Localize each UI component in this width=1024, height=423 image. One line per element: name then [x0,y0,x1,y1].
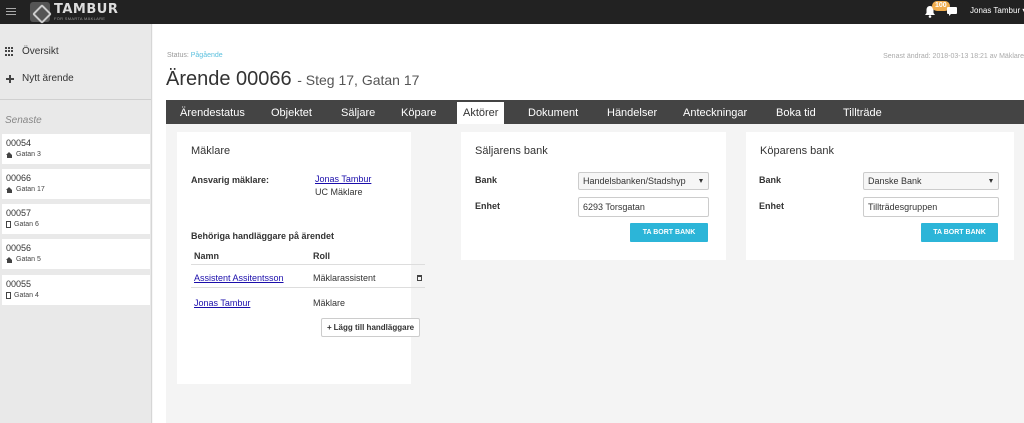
recent-case[interactable]: 00055 Gatan 4 [2,275,150,305]
case-number: 00054 [6,138,32,148]
buyer-bank-title: Köparens bank [760,145,834,157]
recent-case[interactable]: 00066 Gatan 17 [2,169,150,199]
buyer-bank-label: Bank [759,175,782,185]
tab-saljare[interactable]: Säljare [341,100,375,124]
handler-name-link[interactable]: Jonas Tambur [194,298,250,308]
handler-role: Mäklare [313,298,346,308]
makler-panel: Mäklare Ansvarig mäklare: Jonas Tambur U… [177,132,425,384]
sidebar-divider [0,99,151,100]
building-icon [6,221,11,228]
logo-name: TAMBUR [54,2,119,17]
home-icon [6,151,13,158]
tab-content: Mäklare Ansvarig mäklare: Jonas Tambur U… [166,124,1024,423]
status-label: Status: [167,52,189,59]
recent-case[interactable]: 00057 Gatan 6 [2,204,150,234]
tab-aktorer[interactable]: Aktörer [457,100,505,124]
tab-tilltrade[interactable]: Tillträde [843,100,882,124]
recent-case[interactable]: 00054 Gatan 3 [2,134,150,164]
trash-icon[interactable] [417,275,422,281]
case-number: 00057 [6,208,32,218]
tab-dokument[interactable]: Dokument [528,100,578,124]
seller-bank-select[interactable]: Handelsbanken/Stadshyp [578,172,709,190]
case-address: Gatan 17 [16,186,45,193]
buyer-bank-select[interactable]: Danske Bank [863,172,999,190]
buyer-remove-bank-button[interactable]: TA BORT BANK [921,223,998,242]
top-bar: TAMBUR FÖR SMARTA MÄKLARE 100 Jonas Tamb… [0,0,1024,24]
caret-down-icon [699,179,703,183]
case-number: 00056 [6,243,32,253]
column-header-name: Namn [194,251,220,261]
handler-name-link[interactable]: Assistent Assitentsson [194,273,284,283]
table-divider [191,264,425,265]
table-divider [191,287,425,288]
case-address: Gatan 6 [14,221,39,228]
case-number: 00055 [6,279,32,289]
case-title: Ärende 00066 [166,68,292,90]
add-handler-button[interactable]: + Lägg till handläggare [321,318,421,337]
add-handler-label: Lägg till handläggare [333,323,415,332]
tab-objektet[interactable]: Objektet [271,100,312,124]
status-line: Status: Pågående [167,52,223,59]
plus-icon [5,74,15,84]
caret-down-icon [989,179,993,183]
sidebar-item-nytt-arende[interactable]: Nytt ärende [5,73,74,84]
column-header-role: Roll [313,251,330,261]
status-value: Pågående [190,52,223,59]
tab-boka-tid[interactable]: Boka tid [776,100,816,124]
case-number: 00066 [6,173,32,183]
tab-handelser[interactable]: Händelser [607,100,657,124]
logo-tagline: FÖR SMARTA MÄKLARE [54,16,106,21]
main-content: Status: Pågående Senast ändrad: 2018-03-… [153,24,1024,423]
recent-heading: Senaste [5,115,42,126]
tab-bar: Ärendestatus Objektet Säljare Köpare Akt… [166,100,1024,124]
case-address: Gatan 4 [14,292,39,299]
tab-kopare[interactable]: Köpare [401,100,436,124]
buyer-unit-label: Enhet [759,201,785,211]
home-icon [6,186,13,193]
logo-mark-icon [30,2,50,22]
buyer-bank-value: Danske Bank [868,176,922,186]
home-icon [6,256,13,263]
responsible-label: Ansvarig mäklare: [191,175,270,185]
seller-bank-panel: Säljarens bank Bank Handelsbanken/Stadsh… [461,132,726,260]
case-subtitle: - Steg 17, Gatan 17 [297,72,420,88]
message-icon[interactable] [947,7,957,16]
plus-icon: + [327,323,332,332]
hamburger-menu-icon[interactable] [6,8,16,16]
buyer-unit-field[interactable]: Tillträdesgruppen [863,197,999,217]
responsible-office: UC Mäklare [315,187,363,197]
buyer-bank-panel: Köparens bank Bank Danske Bank Enhet Til… [746,132,1014,260]
user-name: Jonas Tambur [970,6,1021,15]
grid-icon [5,46,15,57]
seller-bank-value: Handelsbanken/Stadshyp [583,176,686,186]
user-menu[interactable]: Jonas Tambur ▾ [970,6,1024,15]
last-changed: Senast ändrad: 2018-03-13 18:21 av Mäkla… [883,53,1024,60]
handlers-heading: Behöriga handläggare på ärendet [191,231,335,241]
logo[interactable]: TAMBUR FÖR SMARTA MÄKLARE [30,2,118,22]
sidebar-item-label: Översikt [22,46,59,57]
seller-bank-label: Bank [475,175,498,185]
seller-remove-bank-button[interactable]: TA BORT BANK [630,223,708,242]
tab-arendestatus[interactable]: Ärendestatus [180,100,245,124]
case-address: Gatan 3 [16,151,41,158]
tab-anteckningar[interactable]: Anteckningar [683,100,747,124]
case-address: Gatan 5 [16,256,41,263]
makler-title: Mäklare [191,145,231,157]
handler-role: Mäklarassistent [313,273,376,283]
page-title: Ärende 00066 - Steg 17, Gatan 17 [166,68,419,91]
seller-unit-label: Enhet [475,201,501,211]
sidebar-item-label: Nytt ärende [22,73,74,84]
sidebar: Översikt Nytt ärende Senaste 00054 Gatan… [0,24,152,423]
responsible-name-link[interactable]: Jonas Tambur [315,174,371,184]
seller-bank-title: Säljarens bank [475,145,548,157]
recent-case[interactable]: 00056 Gatan 5 [2,239,150,269]
seller-unit-field[interactable]: 6293 Torsgatan [578,197,709,217]
sidebar-item-oversikt[interactable]: Översikt [5,46,59,57]
building-icon [6,292,11,299]
